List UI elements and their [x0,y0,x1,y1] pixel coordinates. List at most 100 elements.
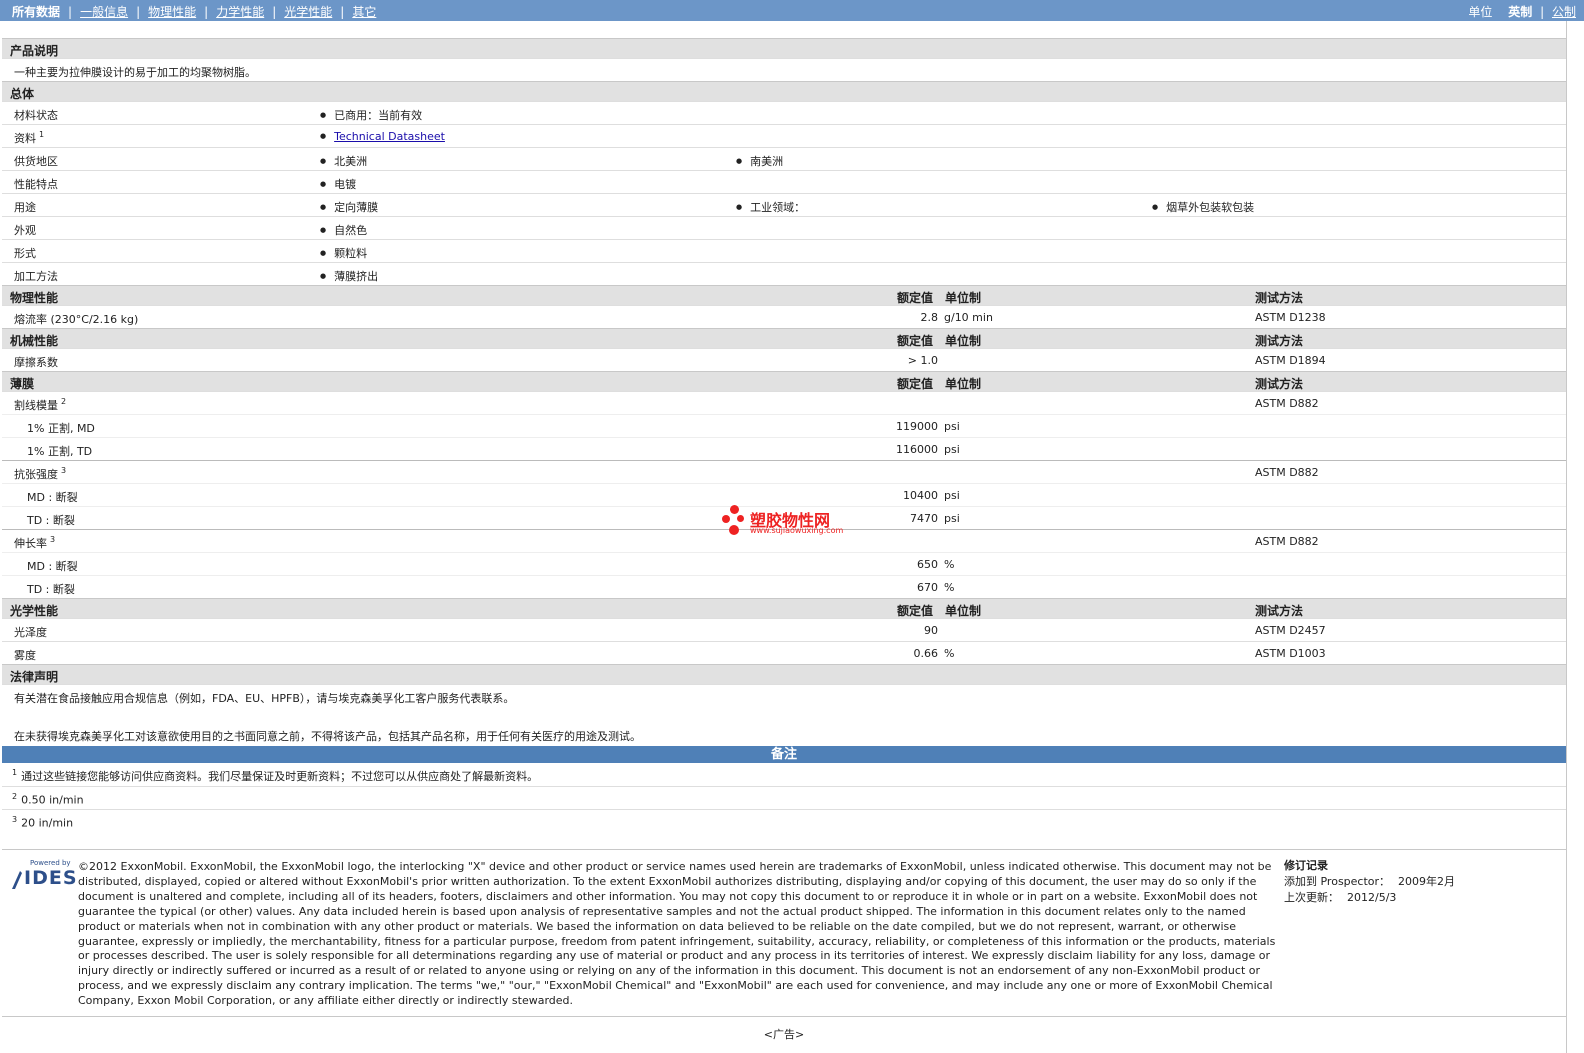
section-header-general: 总体 [2,81,1566,101]
property-method: ASTM D882 [1255,535,1319,548]
section-header-film: 薄膜 额定值 单位制 测试方法 [2,371,1566,391]
revision-added-label: 添加到 Prospector： [1284,875,1391,888]
property-method: ASTM D1894 [1255,354,1326,367]
property-label: 伸长率 3 [14,535,55,551]
section-header-legal: 法律声明 [2,664,1566,684]
col-header-method: 测试方法 [1255,291,1304,305]
unit-switcher: 单位 英制 | 公制 [1468,3,1576,20]
property-value: 116000 [896,443,938,456]
property-row: MD : 断裂 650 % [2,552,1566,575]
datasheet-content: 产品说明 一种主要为拉伸膜设计的易于加工的均聚物树脂。 总体 材料状态 已商用：… [2,38,1566,832]
general-row: 供货地区 北美洲 南美洲 [2,147,1566,170]
property-unit: g/10 min [944,311,993,324]
col-header-unit: 单位制 [945,604,982,618]
property-row: 熔流率 (230°C/2.16 kg) 2.8 g/10 min ASTM D1… [2,305,1566,328]
property-value: 10400 [903,489,938,502]
property-label: TD : 断裂 [27,583,75,596]
footnote-ref: 1 [39,130,45,140]
property-label: 光泽度 [14,626,47,639]
technical-datasheet-link[interactable]: Technical Datasheet [334,130,445,143]
property-unit: psi [944,512,960,525]
unit-metric[interactable]: 公制 [1552,5,1576,19]
nav-other[interactable]: 其它 [352,3,376,20]
ad-placeholder[interactable]: <广告> [0,1026,1568,1042]
property-label-text: 伸长率 [14,537,47,550]
nav-optical[interactable]: 光学性能 [284,3,332,20]
property-unit: psi [944,443,960,456]
nav-all-data[interactable]: 所有数据 [12,3,60,20]
section-header-mechanical: 机械性能 额定值 单位制 测试方法 [2,328,1566,348]
general-row: 加工方法 薄膜挤出 [2,262,1566,285]
note-row: 1 通过这些链接您能够访问供应商资料。我们尽量保证及时更新资料；不过您可以从供应商… [2,763,1566,786]
nav-mechanical[interactable]: 力学性能 [216,3,264,20]
section-header-physical: 物理性能 额定值 单位制 测试方法 [2,285,1566,305]
row-value: 薄膜挤出 [320,268,378,284]
copyright-text: ©2012 ExxonMobil. ExxonMobil, the ExxonM… [78,860,1276,1008]
property-value: 119000 [896,420,938,433]
row-value: 电镀 [320,176,356,192]
property-label: MD : 断裂 [27,560,78,573]
footnote-number: 2 [12,792,18,801]
note-body: 20 in/min [21,816,74,830]
property-method: ASTM D1238 [1255,311,1326,324]
footnote-ref: 3 [61,466,67,476]
nav-physical[interactable]: 物理性能 [148,3,196,20]
col-header-unit: 单位制 [945,334,982,348]
revision-updated: 上次更新： 2012/5/3 [1284,890,1455,906]
property-row: 割线模量 2 ASTM D882 [2,391,1566,414]
unit-english[interactable]: 英制 [1508,5,1532,19]
page-border [1566,21,1567,1053]
section-title: 法律声明 [10,670,59,684]
unit-separator: | [1540,5,1545,19]
note-body: 通过这些链接您能够访问供应商资料。我们尽量保证及时更新资料；不过您可以从供应商处… [21,770,539,783]
revision-title: 修订记录 [1284,859,1328,872]
property-row: 光泽度 90 ASTM D2457 [2,618,1566,641]
revision-added-value: 2009年2月 [1398,875,1456,888]
property-label: 1% 正割, TD [27,445,93,458]
property-row: 1% 正割, MD 119000 psi [2,414,1566,437]
footnote-number: 1 [12,768,18,778]
nav-general-info[interactable]: 一般信息 [80,3,128,20]
watermark-url: www.sujiaowuxing.com [750,526,844,535]
property-value: 670 [917,581,938,594]
legal-paragraph: 有关潜在食品接触应用合规信息（例如，FDA、EU、HPFB），请与埃克森美孚化工… [14,692,515,705]
product-description: 一种主要为拉伸膜设计的易于加工的均聚物树脂。 [14,66,256,79]
section-title: 光学性能 [10,604,59,618]
section-title: 薄膜 [10,377,35,391]
section-header-product: 产品说明 [2,38,1566,58]
watermark-dot [722,515,730,523]
general-row: 材料状态 已商用：当前有效 [2,101,1566,124]
property-value: 650 [917,558,938,571]
general-row: 形式 颗粒料 [2,239,1566,262]
footnote-ref: 3 [50,535,56,545]
row-value: 工业领域： [736,199,805,215]
row-label: 资料 1 [14,130,44,146]
general-row: 资料1 Technical Datasheet [2,124,1566,147]
col-header-method: 测试方法 [1255,377,1304,391]
col-header-nominal: 额定值 [897,291,934,305]
property-label: 割线模量 2 [14,397,66,413]
section-title: 总体 [10,87,35,101]
col-header-method: 测试方法 [1255,334,1304,348]
property-row: 抗张强度 3 ASTM D882 [2,460,1566,483]
revision-updated-label: 上次更新： [1284,891,1339,904]
revision-added: 添加到 Prospector： 2009年2月 [1284,874,1455,890]
col-header-unit: 单位制 [945,377,982,391]
property-value: 2.8 [920,311,939,324]
nav-separator: | [340,4,345,19]
property-label: 雾度 [14,649,36,662]
property-row: 摩擦系数 > 1.0 ASTM D1894 [2,348,1566,371]
revision-updated-value: 2012/5/3 [1347,891,1397,904]
property-method: ASTM D2457 [1255,624,1326,637]
section-title: 产品说明 [10,44,59,58]
notes-header: 备注 [2,746,1566,763]
row-label: 形式 [14,247,36,260]
watermark-dot [737,515,744,522]
note-text: 3 20 in/min [12,815,73,830]
col-header-nominal: 额定值 [897,604,934,618]
row-value: 颗粒料 [320,245,367,261]
row-value: 北美洲 [320,153,367,169]
property-unit: psi [944,489,960,502]
nav-separator: | [68,4,73,19]
row-label: 外观 [14,224,36,237]
